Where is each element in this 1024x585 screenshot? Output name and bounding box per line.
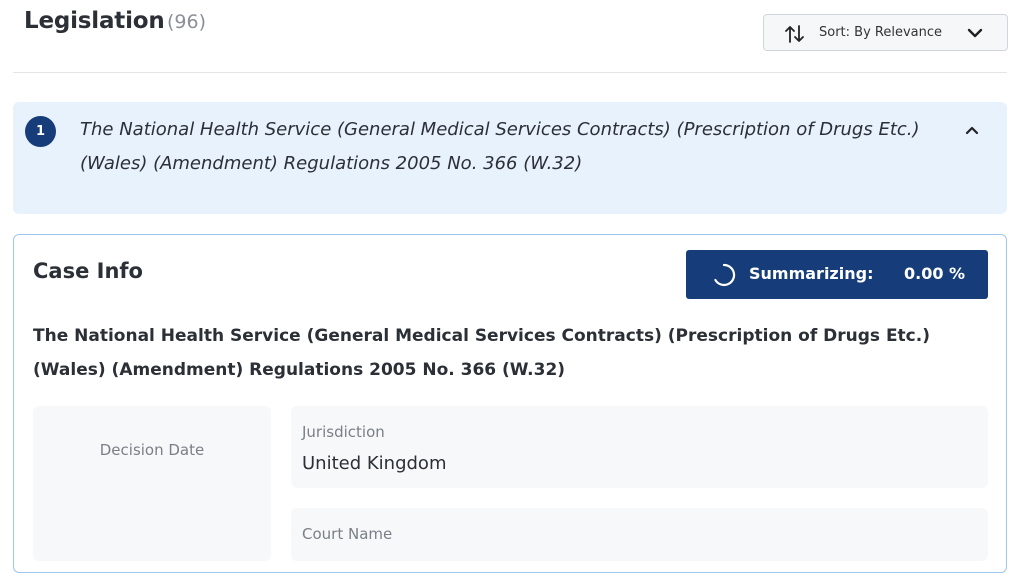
case-info-heading: Case Info — [33, 259, 143, 283]
sort-arrows-icon — [785, 25, 804, 43]
summarizing-button[interactable]: Summarizing: 0.00 % — [686, 250, 988, 299]
court-name-label: Court Name — [302, 525, 393, 543]
summarizing-progress: 0.00 % — [904, 264, 966, 283]
court-name-cell: Court Name — [291, 508, 988, 561]
sort-dropdown[interactable]: Sort: By Relevance — [763, 14, 1008, 51]
jurisdiction-value: United Kingdom — [302, 453, 447, 474]
summarizing-label: Summarizing: — [749, 264, 874, 283]
results-header: Legislation (96) Sort: By Relevance — [24, 8, 1008, 58]
case-title: The National Health Service (General Med… — [33, 326, 930, 380]
spinner-icon — [714, 263, 736, 287]
result-item[interactable]: 1 The National Health Service (General M… — [13, 102, 1007, 214]
section-title: Legislation — [24, 8, 165, 34]
header-divider — [13, 72, 1007, 73]
case-info-panel: Case Info Summarizing: 0.00 % The Nation… — [13, 234, 1007, 573]
decision-date-cell: Decision Date — [33, 406, 271, 561]
result-title[interactable]: The National Health Service (General Med… — [80, 113, 960, 181]
sort-label: Sort: By Relevance — [819, 25, 943, 40]
jurisdiction-cell: Jurisdiction United Kingdom — [291, 406, 988, 488]
chevron-up-icon[interactable] — [964, 124, 980, 136]
jurisdiction-label: Jurisdiction — [302, 423, 385, 441]
decision-date-label: Decision Date — [99, 441, 205, 459]
result-count: (96) — [167, 11, 207, 33]
result-number-badge: 1 — [25, 116, 56, 147]
chevron-down-icon — [967, 28, 983, 38]
